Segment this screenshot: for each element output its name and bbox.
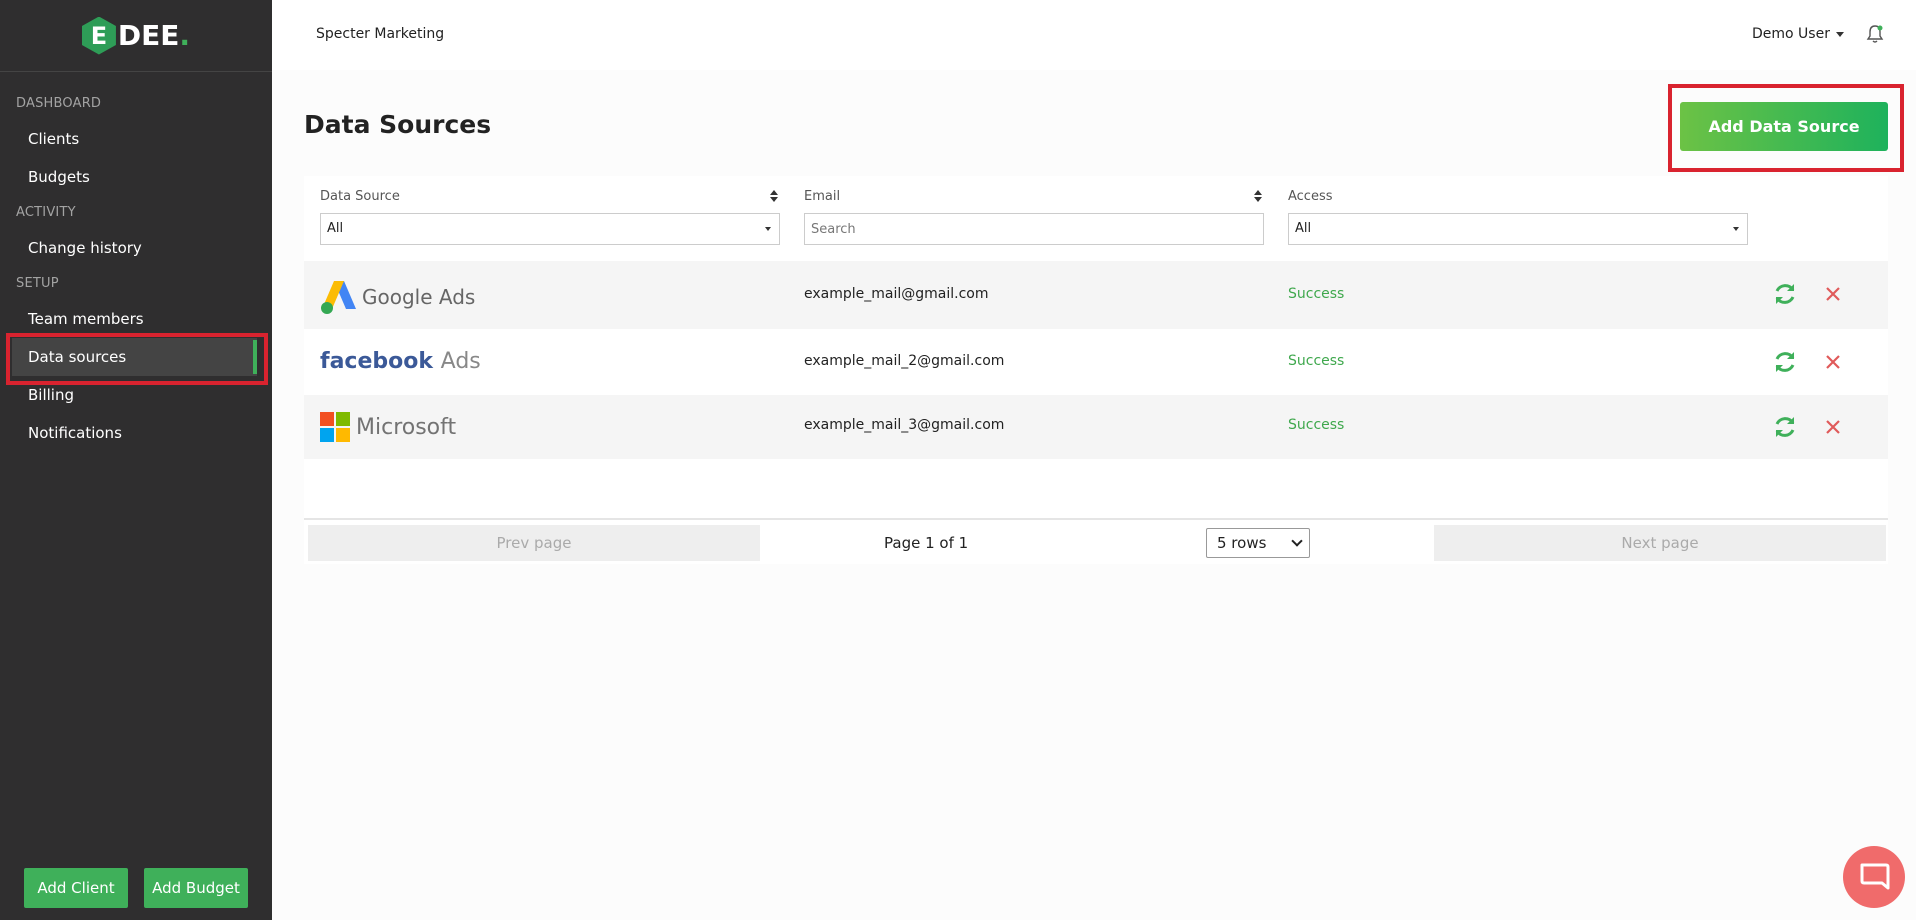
filter-label-access: Access xyxy=(1288,189,1333,204)
add-budget-button[interactable]: Add Budget xyxy=(144,868,248,908)
filter-row: Data Source All Email Access All xyxy=(304,176,1888,260)
sort-icon[interactable] xyxy=(770,190,778,202)
page-title: Data Sources xyxy=(304,110,492,139)
add-client-button[interactable]: Add Client xyxy=(24,868,128,908)
next-page-button[interactable]: Next page xyxy=(1434,525,1886,561)
logo-area: E DEE . xyxy=(0,0,272,72)
facebook-text: facebook xyxy=(320,349,433,374)
delete-icon[interactable] xyxy=(1824,353,1842,371)
user-menu[interactable]: Demo User xyxy=(1752,26,1830,42)
chat-button[interactable] xyxy=(1843,846,1905,908)
facebook-ads-logo: facebook Ads xyxy=(320,349,481,374)
google-ads-text: Google Ads xyxy=(362,285,476,309)
logo-letter: E xyxy=(90,21,108,50)
sidebar-item-clients[interactable]: Clients xyxy=(28,130,79,148)
delete-icon[interactable] xyxy=(1824,418,1842,436)
sidebar-item-team-members[interactable]: Team members xyxy=(28,310,144,328)
table-row: Google Ads example_mail@gmail.com Succes… xyxy=(304,261,1888,329)
dropdown-caret-icon xyxy=(1733,227,1739,231)
highlight-box-add-data-source xyxy=(1668,84,1904,172)
data-source-filter-select[interactable]: All xyxy=(320,213,780,245)
google-ads-logo: Google Ads xyxy=(320,279,475,315)
row-status: Success xyxy=(1288,353,1345,369)
access-filter-value: All xyxy=(1295,221,1312,236)
delete-icon[interactable] xyxy=(1824,285,1842,303)
data-sources-table: Data Source All Email Access All Google … xyxy=(304,176,1888,564)
row-email: example_mail_2@gmail.com xyxy=(804,353,1005,369)
highlight-box-data-sources xyxy=(6,333,268,385)
filter-label-email: Email xyxy=(804,189,841,204)
refresh-icon[interactable] xyxy=(1772,414,1798,440)
section-title-dashboard: DASHBOARD xyxy=(16,96,102,111)
dropdown-caret-icon xyxy=(765,227,771,231)
row-email: example_mail@gmail.com xyxy=(804,286,989,302)
logo-text: DEE xyxy=(117,19,180,52)
microsoft-icon xyxy=(320,412,350,442)
table-row: facebook Ads example_mail_2@gmail.com Su… xyxy=(304,329,1888,395)
email-search-input[interactable] xyxy=(804,213,1264,245)
filter-label-data-source: Data Source xyxy=(320,189,400,204)
logo-hexagon: E xyxy=(81,16,116,55)
top-bar xyxy=(272,0,1916,70)
row-status: Success xyxy=(1288,286,1345,302)
bell-icon[interactable] xyxy=(1866,24,1884,44)
chevron-down-icon[interactable] xyxy=(1836,32,1844,37)
sidebar-item-budgets[interactable]: Budgets xyxy=(28,168,90,186)
row-email: example_mail_3@gmail.com xyxy=(804,417,1005,433)
chat-bubble-icon xyxy=(1860,863,1890,890)
google-ads-icon xyxy=(321,281,356,314)
section-title-activity: ACTIVITY xyxy=(16,205,76,220)
sidebar: E DEE . DASHBOARD Clients Budgets ACTIVI… xyxy=(0,0,272,920)
prev-page-button[interactable]: Prev page xyxy=(308,525,760,561)
rows-per-page-select[interactable]: 5 rows xyxy=(1206,528,1310,558)
data-source-filter-value: All xyxy=(327,221,344,236)
microsoft-logo: Microsoft xyxy=(320,412,456,442)
table-row: Microsoft example_mail_3@gmail.com Succe… xyxy=(304,395,1888,459)
sidebar-item-billing[interactable]: Billing xyxy=(28,386,74,404)
company-name[interactable]: Specter Marketing xyxy=(316,26,444,42)
sidebar-item-notifications[interactable]: Notifications xyxy=(28,424,122,442)
ads-text: Ads xyxy=(440,349,481,374)
sort-icon[interactable] xyxy=(1254,190,1262,202)
rows-per-page-value: 5 rows xyxy=(1217,534,1267,552)
microsoft-text: Microsoft xyxy=(356,414,457,440)
section-title-setup: SETUP xyxy=(16,276,59,291)
page-info: Page 1 of 1 xyxy=(884,534,969,552)
chevron-down-icon xyxy=(1291,535,1303,547)
row-status: Success xyxy=(1288,417,1345,433)
sidebar-item-change-history[interactable]: Change history xyxy=(28,239,142,257)
refresh-icon[interactable] xyxy=(1772,349,1798,375)
access-filter-select[interactable]: All xyxy=(1288,213,1748,245)
refresh-icon[interactable] xyxy=(1772,281,1798,307)
logo[interactable]: E DEE . xyxy=(81,16,191,55)
pagination: Prev page Page 1 of 1 5 rows Next page xyxy=(304,518,1888,564)
logo-dot: . xyxy=(179,19,191,52)
